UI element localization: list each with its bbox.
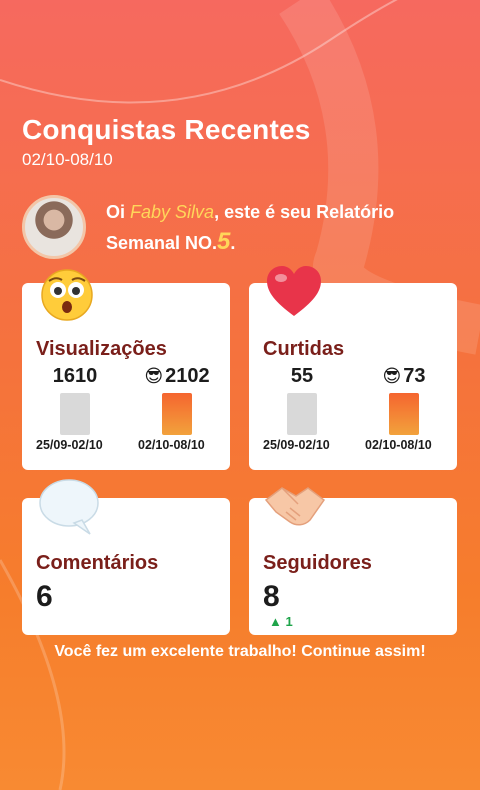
- greeting-text: Oi Faby Silva, este é seu Relatório Sema…: [106, 198, 436, 258]
- views-curr-number: 2102: [165, 365, 210, 387]
- likes-curr-range: 02/10-08/10: [365, 438, 432, 452]
- comments-value: 6: [36, 580, 53, 613]
- views-curr-bar: [162, 393, 192, 435]
- views-prev-value: 1610: [52, 365, 98, 387]
- greeting: Oi Faby Silva, este é seu Relatório Sema…: [22, 195, 436, 259]
- encouragement-message: Você fez um excelente trabalho! Continue…: [54, 643, 426, 660]
- views-prev-range: 25/09-02/10: [36, 438, 103, 452]
- likes-curr-value: 😎 73: [363, 365, 445, 388]
- up-arrow-icon: ▲: [269, 614, 282, 629]
- followers-delta: ▲ 1: [269, 614, 293, 629]
- followers-label: Seguidores: [263, 552, 372, 574]
- views-curr-value: 😎 2102: [136, 365, 218, 388]
- greeting-end: .: [230, 233, 236, 253]
- header: Conquistas Recentes 02/10-08/10: [22, 114, 311, 170]
- greeting-prefix: Oi: [106, 202, 131, 222]
- views-prev-bar: [60, 393, 90, 435]
- sunglasses-face-icon: 😎: [382, 366, 402, 386]
- likes-prev-bar: [287, 393, 317, 435]
- likes-prev-range: 25/09-02/10: [263, 438, 330, 452]
- heart-icon: [265, 264, 323, 325]
- likes-label: Curtidas: [263, 338, 345, 360]
- period-label: 02/10-08/10: [22, 150, 113, 169]
- followers-value: 8: [263, 580, 280, 613]
- report-number: 5: [217, 228, 231, 255]
- handshake-icon: [262, 482, 328, 535]
- views-curr-range: 02/10-08/10: [138, 438, 205, 452]
- speech-bubble-icon: [38, 478, 100, 541]
- views-label: Visualizações: [36, 338, 167, 360]
- likes-prev-value: 55: [290, 365, 314, 387]
- likes-curr-number: 73: [403, 365, 426, 387]
- followers-delta-value: 1: [285, 614, 293, 629]
- avatar[interactable]: [22, 195, 86, 259]
- surprised-face-icon: [40, 268, 94, 327]
- user-name: Faby Silva: [130, 202, 215, 222]
- sunglasses-face-icon: 😎: [144, 366, 164, 386]
- page-title: Conquistas Recentes: [22, 114, 311, 145]
- comments-label: Comentários: [36, 552, 159, 574]
- likes-curr-bar: [389, 393, 419, 435]
